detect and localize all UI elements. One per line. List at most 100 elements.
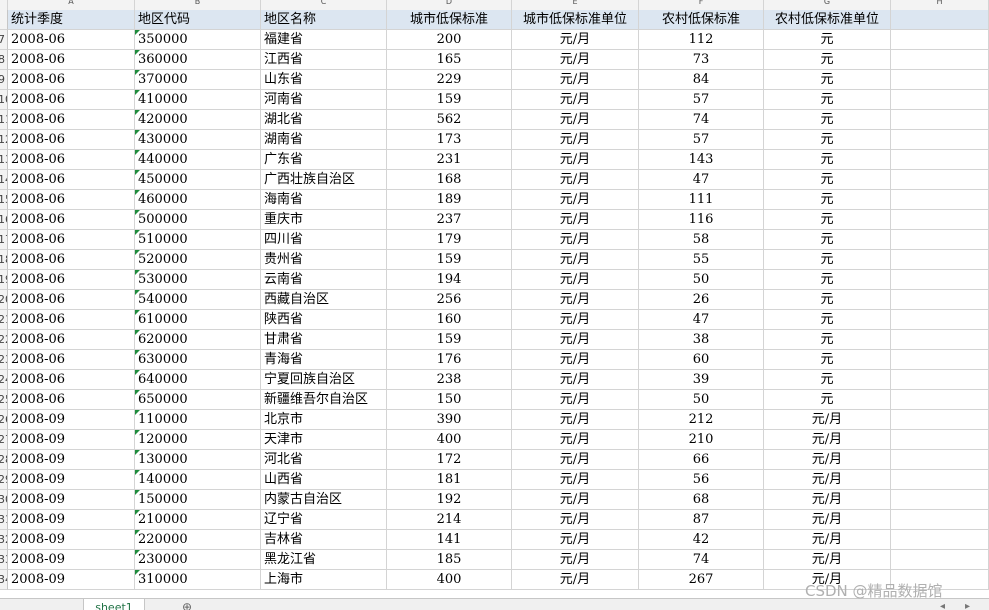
- table-cell[interactable]: 120000: [135, 430, 261, 450]
- table-cell[interactable]: 元/月: [512, 230, 639, 250]
- table-cell[interactable]: 北京市: [261, 410, 387, 430]
- table-cell[interactable]: 68: [639, 490, 764, 510]
- empty-cell[interactable]: [891, 130, 989, 150]
- table-cell[interactable]: 2008-09: [8, 510, 135, 530]
- table-cell[interactable]: 172: [387, 450, 512, 470]
- row-number[interactable]: 22: [0, 330, 8, 350]
- empty-cell[interactable]: [891, 490, 989, 510]
- table-cell[interactable]: 2008-06: [8, 290, 135, 310]
- table-cell[interactable]: 上海市: [261, 570, 387, 590]
- row-number[interactable]: 19: [0, 270, 8, 290]
- table-cell[interactable]: 74: [639, 550, 764, 570]
- header-cell[interactable]: 统计季度: [8, 10, 135, 30]
- empty-cell[interactable]: [891, 470, 989, 490]
- row-number[interactable]: 18: [0, 250, 8, 270]
- table-cell[interactable]: 吉林省: [261, 530, 387, 550]
- table-cell[interactable]: 562: [387, 110, 512, 130]
- table-cell[interactable]: 390: [387, 410, 512, 430]
- table-cell[interactable]: 84: [639, 70, 764, 90]
- table-cell[interactable]: 74: [639, 110, 764, 130]
- row-number[interactable]: 16: [0, 210, 8, 230]
- table-cell[interactable]: 87: [639, 510, 764, 530]
- table-cell[interactable]: 173: [387, 130, 512, 150]
- column-header-b[interactable]: B: [135, 0, 261, 10]
- table-cell[interactable]: 2008-09: [8, 430, 135, 450]
- table-cell[interactable]: 440000: [135, 150, 261, 170]
- table-cell[interactable]: 2008-09: [8, 570, 135, 590]
- table-cell[interactable]: 元/月: [512, 490, 639, 510]
- sheet-tab[interactable]: sheet1: [83, 599, 145, 610]
- table-cell[interactable]: 47: [639, 310, 764, 330]
- row-number[interactable]: 31: [0, 510, 8, 530]
- row-number[interactable]: 34: [0, 570, 8, 590]
- table-cell[interactable]: 140000: [135, 470, 261, 490]
- empty-cell[interactable]: [891, 250, 989, 270]
- empty-cell[interactable]: [891, 30, 989, 50]
- table-cell[interactable]: 湖北省: [261, 110, 387, 130]
- table-cell[interactable]: 231: [387, 150, 512, 170]
- table-cell[interactable]: 256: [387, 290, 512, 310]
- table-cell[interactable]: 450000: [135, 170, 261, 190]
- table-cell[interactable]: 143: [639, 150, 764, 170]
- scroll-right-icon[interactable]: ▸: [965, 599, 970, 610]
- table-cell[interactable]: 510000: [135, 230, 261, 250]
- table-cell[interactable]: 元: [764, 90, 891, 110]
- empty-cell[interactable]: [891, 530, 989, 550]
- table-cell[interactable]: 230000: [135, 550, 261, 570]
- table-cell[interactable]: 元: [764, 110, 891, 130]
- table-cell[interactable]: 元/月: [512, 530, 639, 550]
- table-cell[interactable]: 2008-09: [8, 470, 135, 490]
- header-cell[interactable]: 农村低保标准: [639, 10, 764, 30]
- table-cell[interactable]: 370000: [135, 70, 261, 90]
- table-cell[interactable]: 元/月: [512, 250, 639, 270]
- table-cell[interactable]: 福建省: [261, 30, 387, 50]
- table-cell[interactable]: 181: [387, 470, 512, 490]
- table-cell[interactable]: 38: [639, 330, 764, 350]
- table-cell[interactable]: 111: [639, 190, 764, 210]
- table-cell[interactable]: 元/月: [764, 430, 891, 450]
- table-cell[interactable]: 500000: [135, 210, 261, 230]
- table-cell[interactable]: 元/月: [764, 470, 891, 490]
- table-cell[interactable]: 210000: [135, 510, 261, 530]
- row-number[interactable]: 15: [0, 190, 8, 210]
- table-cell[interactable]: 630000: [135, 350, 261, 370]
- table-cell[interactable]: 陕西省: [261, 310, 387, 330]
- table-cell[interactable]: 214: [387, 510, 512, 530]
- table-cell[interactable]: 189: [387, 190, 512, 210]
- table-cell[interactable]: 元/月: [512, 190, 639, 210]
- table-cell[interactable]: 山西省: [261, 470, 387, 490]
- column-header-d[interactable]: D: [387, 0, 512, 10]
- table-cell[interactable]: 元/月: [512, 90, 639, 110]
- table-cell[interactable]: 194: [387, 270, 512, 290]
- table-cell[interactable]: 73: [639, 50, 764, 70]
- table-cell[interactable]: 元: [764, 270, 891, 290]
- empty-cell[interactable]: [891, 390, 989, 410]
- table-cell[interactable]: 元: [764, 190, 891, 210]
- table-cell[interactable]: 元/月: [512, 130, 639, 150]
- table-cell[interactable]: 460000: [135, 190, 261, 210]
- table-cell[interactable]: 39: [639, 370, 764, 390]
- table-cell[interactable]: 400: [387, 430, 512, 450]
- table-cell[interactable]: 2008-09: [8, 490, 135, 510]
- row-number[interactable]: [0, 10, 8, 30]
- empty-cell[interactable]: [891, 170, 989, 190]
- table-cell[interactable]: 168: [387, 170, 512, 190]
- table-cell[interactable]: 540000: [135, 290, 261, 310]
- table-cell[interactable]: 165: [387, 50, 512, 70]
- table-cell[interactable]: 57: [639, 130, 764, 150]
- header-cell[interactable]: 农村低保标准单位: [764, 10, 891, 30]
- empty-cell[interactable]: [891, 150, 989, 170]
- table-cell[interactable]: 重庆市: [261, 210, 387, 230]
- empty-cell[interactable]: [891, 190, 989, 210]
- row-number[interactable]: 24: [0, 370, 8, 390]
- table-cell[interactable]: 元/月: [512, 510, 639, 530]
- table-cell[interactable]: 元: [764, 230, 891, 250]
- table-cell[interactable]: 2008-06: [8, 370, 135, 390]
- table-cell[interactable]: 四川省: [261, 230, 387, 250]
- table-cell[interactable]: 2008-06: [8, 150, 135, 170]
- table-cell[interactable]: 410000: [135, 90, 261, 110]
- table-cell[interactable]: 192: [387, 490, 512, 510]
- table-cell[interactable]: 237: [387, 210, 512, 230]
- table-cell[interactable]: 天津市: [261, 430, 387, 450]
- table-cell[interactable]: 广西壮族自治区: [261, 170, 387, 190]
